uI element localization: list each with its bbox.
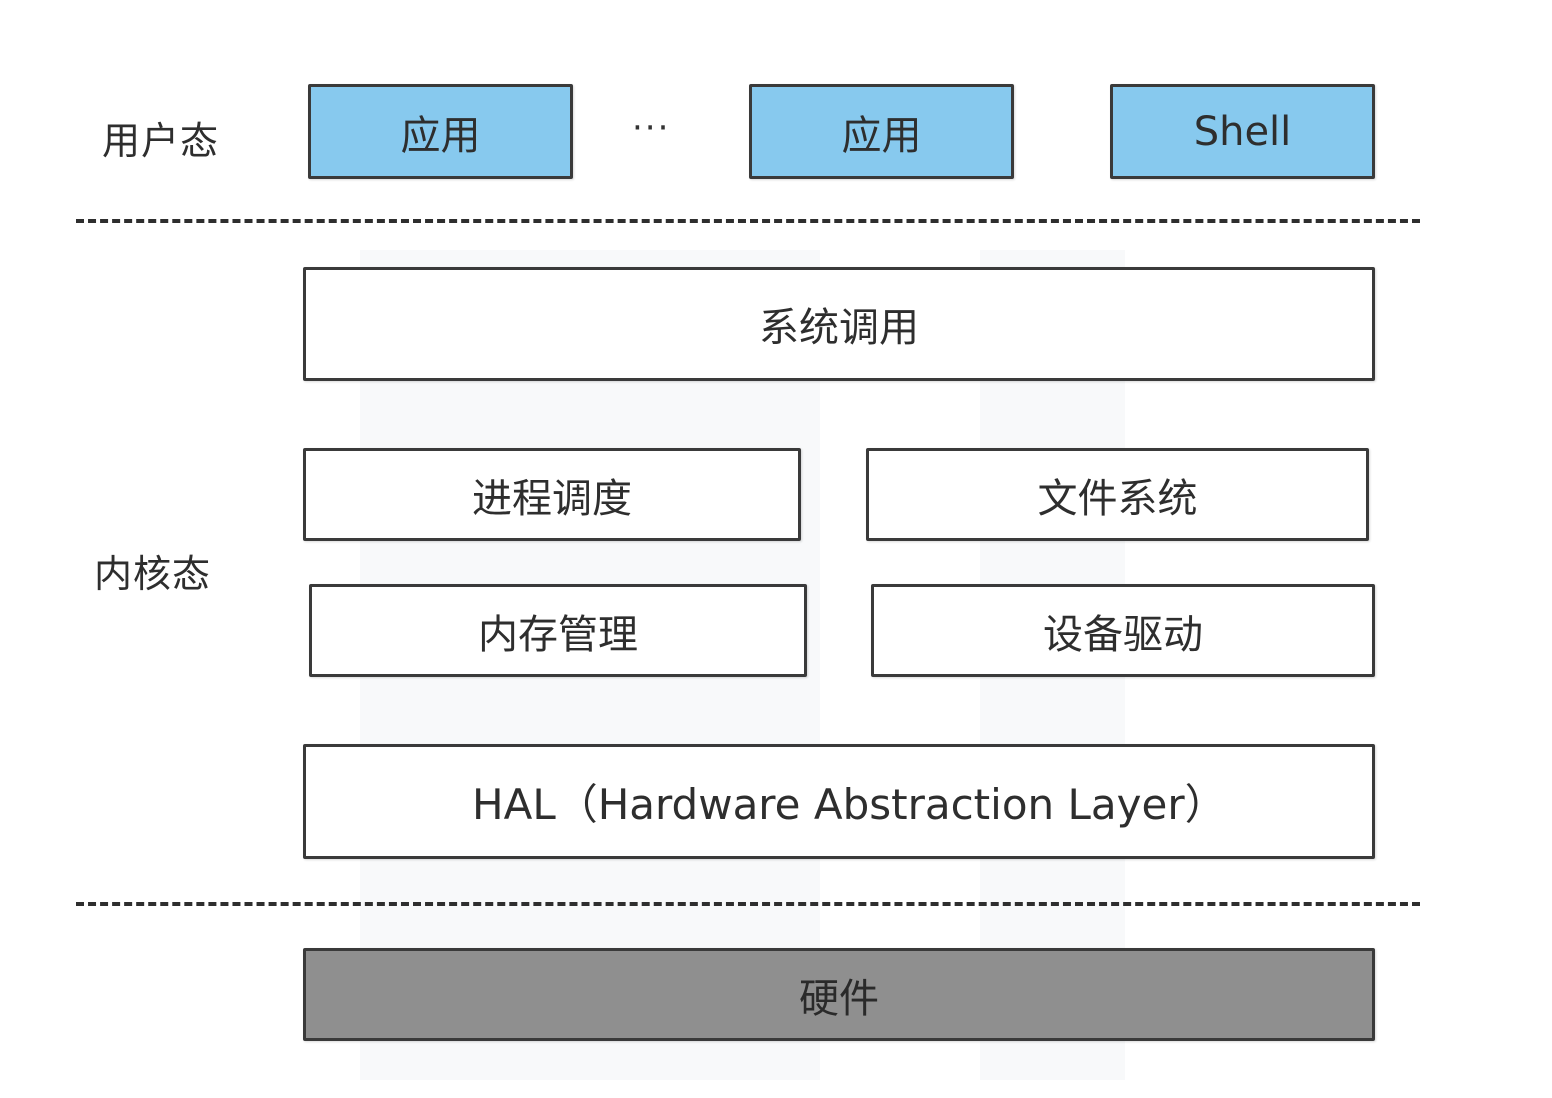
syscall-box: 系统调用 — [303, 267, 1375, 381]
ellipsis: ··· — [632, 108, 671, 148]
memory-management-box: 内存管理 — [309, 584, 807, 677]
hal-box: HAL（Hardware Abstraction Layer） — [303, 744, 1375, 859]
user-kernel-divider — [76, 219, 1420, 223]
hardware-box: 硬件 — [303, 948, 1375, 1041]
user-space-label: 用户态 — [102, 119, 220, 163]
app-box-2: 应用 — [749, 84, 1014, 179]
process-scheduling-box: 进程调度 — [303, 448, 801, 541]
shell-box: Shell — [1110, 84, 1375, 179]
app-box-1: 应用 — [308, 84, 573, 179]
device-driver-box: 设备驱动 — [871, 584, 1375, 677]
kernel-hardware-divider — [76, 902, 1420, 906]
file-system-box: 文件系统 — [866, 448, 1369, 541]
kernel-space-label: 内核态 — [94, 552, 212, 596]
